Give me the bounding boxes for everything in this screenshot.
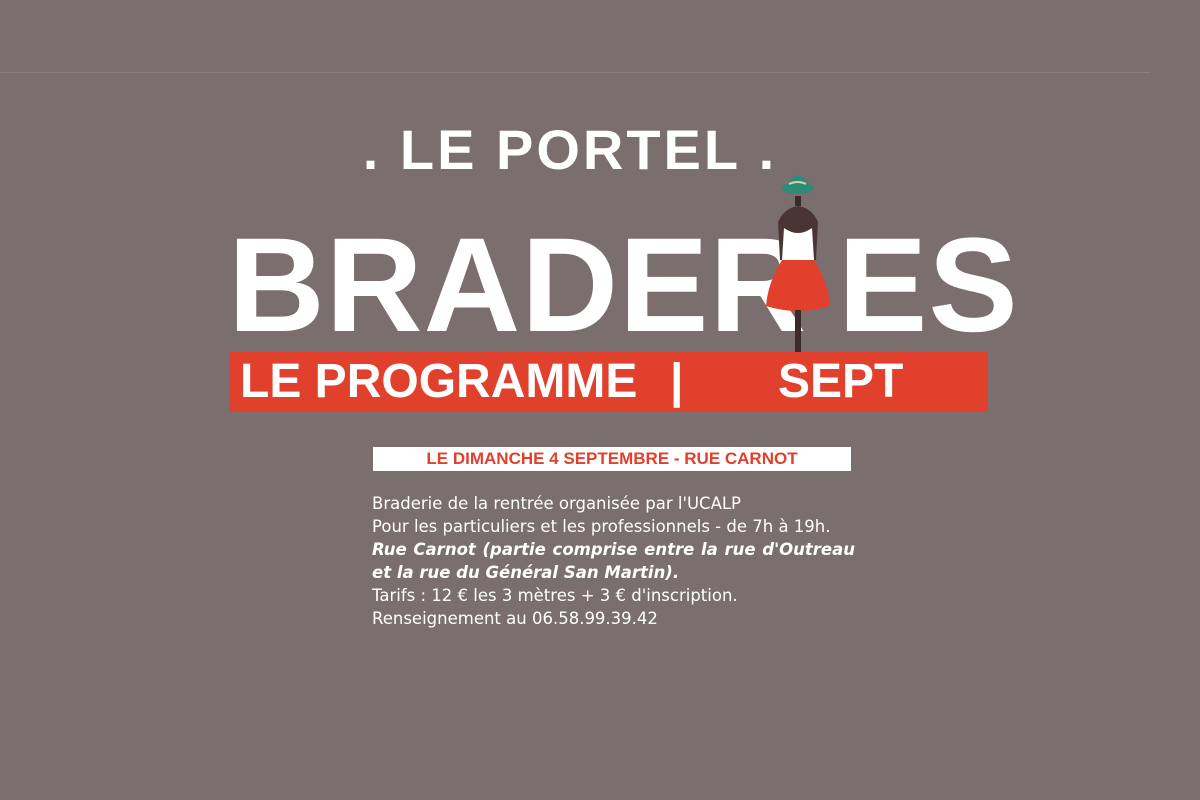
town-title: . LE PORTEL . [362, 118, 778, 181]
event-date-label: LE DIMANCHE 4 SEPTEMBRE - RUE CARNOT [373, 447, 851, 471]
top-divider [0, 72, 1150, 73]
event-description: Braderie de la rentrée organisée par l'U… [372, 492, 855, 630]
banner-month: SEPT [778, 355, 904, 408]
banner-programme: LE PROGRAMME [240, 355, 638, 408]
event-contact: Renseignement au 06.58.99.39.42 [372, 609, 658, 628]
title-right: ES [838, 211, 1019, 360]
event-organizer: Braderie de la rentrée organisée par l'U… [372, 494, 742, 513]
mannequin-dress-icon [766, 175, 830, 366]
program-banner: LE PROGRAMME | SEPT [230, 352, 988, 412]
banner-separator: | [670, 355, 684, 408]
event-prices: Tarifs : 12 € les 3 mètres + 3 € d'inscr… [372, 586, 738, 605]
title-left: BRADER [228, 211, 808, 360]
event-location: Rue Carnot (partie comprise entre la rue… [372, 540, 855, 582]
event-audience-hours: Pour les particuliers et les professionn… [372, 517, 831, 536]
